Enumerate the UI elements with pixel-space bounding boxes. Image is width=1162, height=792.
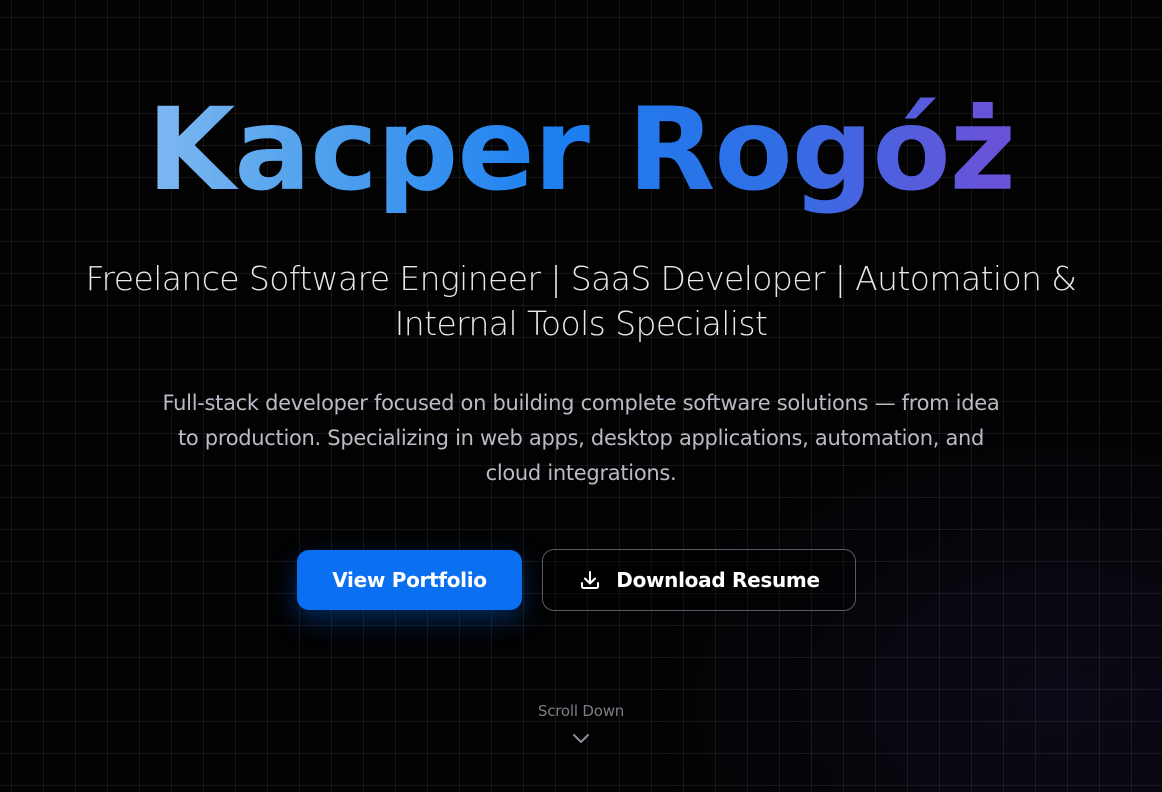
hero-title: Kacper Rogóż xyxy=(0,80,1162,220)
download-icon xyxy=(578,568,602,592)
hero-name: Kacper Rogóż xyxy=(146,83,1016,216)
hero-tagline: Freelance Software Engineer | SaaS Devel… xyxy=(85,259,1077,343)
scroll-down-indicator[interactable]: Scroll Down xyxy=(481,700,681,750)
view-portfolio-label: View Portfolio xyxy=(332,568,487,592)
hero-content: Kacper Rogóż Freelance Software Engineer… xyxy=(0,0,1162,792)
view-portfolio-button[interactable]: View Portfolio xyxy=(297,550,522,610)
scroll-down-label: Scroll Down xyxy=(537,702,625,720)
chevron-down-icon xyxy=(569,730,593,746)
hero-description: Full-stack developer focused on building… xyxy=(162,391,1000,485)
download-resume-label: Download Resume xyxy=(616,568,820,592)
download-resume-button[interactable]: Download Resume xyxy=(542,549,856,611)
hero-section: Kacper Rogóż Freelance Software Engineer… xyxy=(0,0,1162,792)
